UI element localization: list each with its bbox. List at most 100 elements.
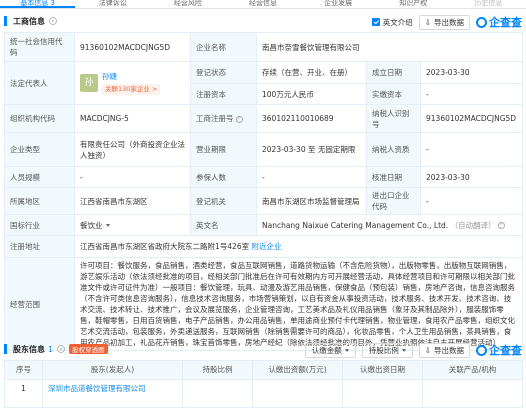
insured-label: 参保人数 bbox=[190, 166, 257, 188]
shareholders-count: 1 bbox=[48, 344, 54, 354]
paid-capital-label: 实缴资本 bbox=[366, 83, 421, 105]
english-cell: Nanchang Naixue Catering Management Co.,… bbox=[255, 214, 524, 236]
region-label: 所属地区 bbox=[4, 187, 75, 215]
filter2-label: 持股比例 bbox=[368, 345, 399, 355]
export-label: 导出数据 bbox=[434, 17, 464, 27]
col-header: 认缴出资日期 bbox=[342, 360, 423, 380]
info-icon[interactable] bbox=[57, 345, 66, 353]
tab-risk[interactable]: 经营风险 bbox=[150, 0, 225, 8]
export-button[interactable]: ⇩ 导出数据 bbox=[418, 342, 470, 358]
nearby-companies-link[interactable]: 附近企业 bbox=[251, 242, 281, 251]
legal-rep-label: 法定代表人 bbox=[4, 61, 75, 105]
help-icon[interactable]: ? bbox=[235, 115, 243, 123]
legal-rep-name[interactable]: 孙婕 bbox=[102, 71, 160, 82]
approval-label: 核准日期 bbox=[366, 166, 421, 188]
qcc-logo: 企查查 bbox=[476, 342, 522, 358]
section-title: 工商信息 bbox=[13, 16, 45, 26]
chevron-down-icon bbox=[105, 223, 110, 227]
toggle-label: 英文介绍 bbox=[382, 17, 413, 27]
col-header: 认缴出资额(万元) bbox=[252, 360, 343, 380]
shareholder-name[interactable]: 深圳市品道餐饮管理有限公司 bbox=[42, 379, 183, 408]
col-header: 持股比例 bbox=[182, 360, 253, 380]
export-button[interactable]: ⇩ 导出数据 bbox=[418, 14, 470, 30]
qcc-logo-icon bbox=[476, 16, 487, 28]
credit-code-value: 91360102MACDCJNG5D bbox=[74, 32, 191, 62]
share-ratio-filter[interactable]: 持股比例 bbox=[361, 342, 413, 358]
export-label: 导出数据 bbox=[434, 345, 464, 355]
biz-term-label: 营业期限 bbox=[190, 132, 257, 167]
company-name-label: 企业名称 bbox=[190, 32, 257, 62]
amount-cell bbox=[252, 379, 343, 408]
tab-development[interactable]: 企业发展 bbox=[301, 0, 376, 8]
staff-value: - bbox=[74, 166, 191, 188]
avatar[interactable]: 孙 bbox=[80, 74, 98, 92]
top-tab-bar: 基本信息 3 法律诉讼 经营风险 经营信息 企业发展 知识产权 历史信息 bbox=[0, 0, 526, 9]
english-intro-toggle[interactable]: 英文介绍 bbox=[371, 17, 413, 28]
business-info-table: 统一社会信用代码 91360102MACDCJNG5D 企业名称 南昌市奈雪餐饮… bbox=[4, 32, 524, 351]
info-icon[interactable] bbox=[49, 17, 57, 25]
taxpayer-value: - bbox=[419, 132, 524, 167]
chevron-down-icon bbox=[344, 348, 349, 352]
address-value: 江西省南昌市东湖区省政府大院东二路附1号426室 bbox=[80, 242, 250, 251]
paid-capital-value: - bbox=[419, 83, 524, 105]
row-number: 1 bbox=[4, 379, 43, 408]
company-type-label: 企业类型 bbox=[4, 132, 75, 167]
company-type-value: 有限责任公司（外商投资企业法人独资） bbox=[74, 132, 191, 167]
tab-basic-info[interactable]: 基本信息 3 bbox=[0, 0, 76, 8]
shareholders-header: 股东信息 1 股权穿透图 认缴金额 持股比例 ⇩ 导出数据 企查查 bbox=[0, 338, 526, 360]
legal-rep-cell: 孙 孙婕 关联130家企业 > bbox=[74, 61, 191, 105]
industry-label: 国标行业 bbox=[4, 214, 75, 236]
auto-translate-note: （自动翻译） bbox=[450, 220, 496, 230]
tab-history[interactable]: 历史信息 bbox=[451, 0, 526, 8]
credit-code-label: 统一社会信用代码 bbox=[4, 32, 75, 62]
org-code-label: 组织机构代码 bbox=[4, 104, 75, 133]
industry-value: 餐饮业 bbox=[80, 220, 103, 230]
tab-operations[interactable]: 经营信息 bbox=[225, 0, 300, 8]
est-date-label: 成立日期 bbox=[366, 61, 421, 84]
section-accent-bar bbox=[4, 344, 7, 354]
address-label: 注册地址 bbox=[4, 235, 75, 258]
table-row: 1 深圳市品道餐饮管理有限公司 bbox=[4, 379, 523, 408]
authority-label: 登记机关 bbox=[190, 187, 257, 215]
est-date-value: 2023-03-30 bbox=[419, 61, 524, 84]
col-header: 关联产品/机构 bbox=[422, 360, 523, 380]
scope-label: 经营范围 bbox=[4, 257, 75, 351]
approval-value: 2023-03-30 bbox=[419, 166, 524, 188]
industry-select[interactable]: 餐饮业 bbox=[80, 220, 110, 231]
biz-term-value: 2023-03-30 至 无固定期限 bbox=[256, 132, 367, 167]
reg-status-label: 登记状态 bbox=[190, 61, 257, 84]
help-icon[interactable]: ? bbox=[497, 222, 505, 229]
reg-capital-value: 100万元人民币 bbox=[256, 83, 367, 105]
checkbox-icon[interactable] bbox=[371, 18, 380, 26]
equity-chart-badge[interactable]: 股权穿透图 bbox=[69, 344, 108, 354]
insured-value: - bbox=[256, 166, 367, 188]
region-value: 江西省南昌市东湖区 bbox=[74, 187, 191, 215]
logo-text: 企查查 bbox=[489, 344, 522, 357]
logo-text: 企查查 bbox=[489, 16, 522, 29]
basic-info-header: 工商信息 英文介绍 ⇩ 导出数据 企查查 bbox=[0, 10, 526, 32]
industry-cell[interactable]: 餐饮业 bbox=[74, 214, 191, 236]
tax-id-label: 纳税人识别号 bbox=[366, 104, 421, 133]
staff-label: 人员规模 bbox=[4, 166, 75, 188]
export-icon: ⇩ bbox=[424, 17, 431, 27]
reg-status-value: 存续（在营、开业、在册） bbox=[256, 61, 367, 84]
english-value: Nanchang Naixue Catering Management Co.,… bbox=[262, 220, 449, 230]
qcc-logo-icon bbox=[476, 344, 487, 356]
address-cell: 江西省南昌市东湖区省政府大院东二路附1号426室 附近企业 bbox=[73, 235, 524, 258]
shareholder-link[interactable]: 深圳市品道餐饮管理有限公司 bbox=[48, 384, 146, 393]
authority-value: 南昌市东湖区市场监督管理局 bbox=[256, 187, 367, 215]
tab-legal[interactable]: 法律诉讼 bbox=[75, 0, 150, 8]
reg-no-label-text: 工商注册号 bbox=[196, 114, 234, 123]
related-cell bbox=[422, 379, 523, 408]
qcc-logo: 企查查 bbox=[476, 14, 522, 30]
import-export-label: 进出口企业代码 bbox=[366, 187, 421, 215]
shareholders-title: 股东信息 bbox=[13, 344, 45, 354]
related-companies-link[interactable]: 关联130家企业 > bbox=[102, 84, 161, 95]
scope-value: 许可项目：餐饮服务，食品销售，酒类经营，食品互联网销售，道路货物运输（不含危险货… bbox=[73, 257, 524, 351]
reg-no-value: 360102110010689 bbox=[256, 104, 367, 133]
tab-ip[interactable]: 知识产权 bbox=[376, 0, 451, 8]
subscribed-amount-filter[interactable]: 认缴金额 bbox=[304, 342, 356, 358]
org-code-value: MACDCJNG-5 bbox=[74, 104, 191, 133]
reg-capital-label: 注册资本 bbox=[190, 83, 257, 105]
table-header-row: 序号 股东(发起人) 持股比例 认缴出资额(万元) 认缴出资日期 关联产品/机构 bbox=[4, 360, 523, 380]
